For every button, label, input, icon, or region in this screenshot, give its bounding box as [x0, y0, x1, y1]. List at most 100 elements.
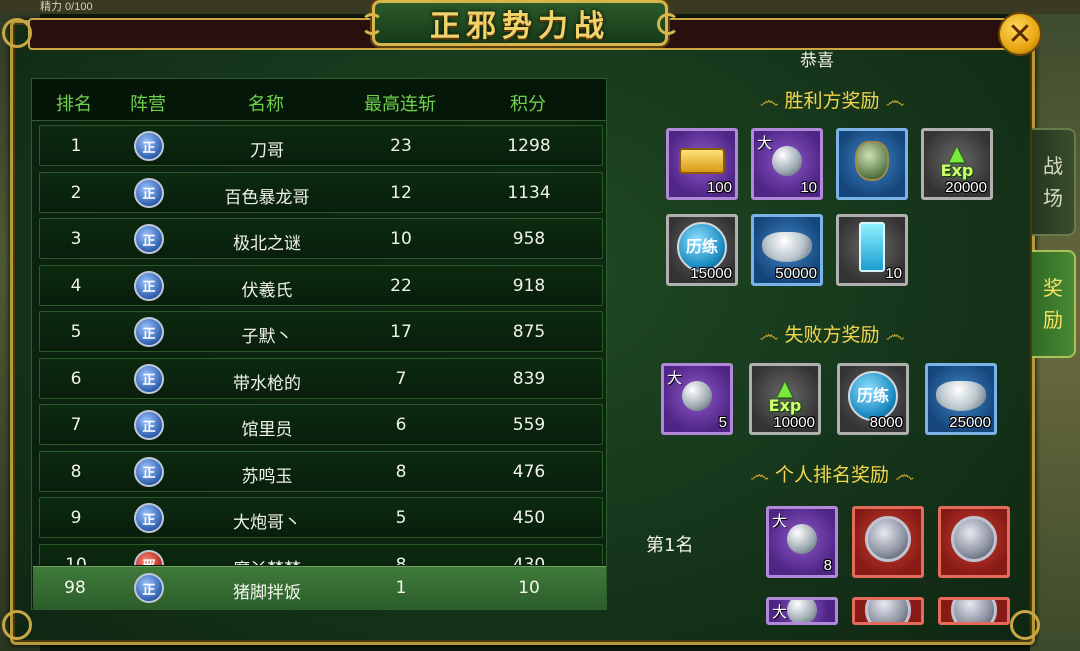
streak-cell: 17	[390, 322, 412, 342]
score-cell: 958	[512, 229, 546, 249]
reward-item[interactable]: 历练 15000	[666, 214, 738, 286]
reward-item[interactable]: 大	[766, 597, 838, 625]
medal-icon	[865, 516, 911, 563]
corner-ornament	[1010, 610, 1040, 640]
rank-cell: 7	[70, 415, 82, 435]
tab-battlefield[interactable]: 战场	[1032, 128, 1076, 236]
streak-cell: 22	[390, 275, 412, 296]
streak-cell: 6	[395, 415, 407, 435]
reward-item[interactable]: ▲ Exp 20000	[921, 128, 993, 200]
table-row[interactable]: 9 正 大炮哥丶 5 450	[39, 497, 603, 538]
reward-item[interactable]	[852, 597, 924, 625]
big-tag: 大	[772, 603, 788, 621]
big-tag: 大	[757, 134, 773, 152]
score-cell: 430	[512, 554, 546, 566]
score-cell: 476	[512, 461, 546, 482]
rank-cell: 1	[70, 136, 82, 156]
personal-reward-label: 个人排名奖励	[774, 464, 890, 486]
swirl-left-icon: ෴	[759, 321, 779, 346]
camp-icon: 正	[134, 177, 164, 208]
swirl-right-icon: ෴	[895, 461, 914, 486]
item-quantity: 15000	[690, 265, 732, 282]
reward-item[interactable]: 历练 8000	[837, 363, 909, 435]
silver-ingot-icon	[936, 381, 986, 412]
header-streak: 最高连斩	[364, 94, 436, 115]
close-button[interactable]: ✕	[998, 12, 1042, 56]
header-name: 名称	[248, 94, 284, 115]
table-row[interactable]: 1 正 刀哥 23 1298	[39, 125, 603, 166]
exp-icon: ▲ Exp	[940, 141, 974, 181]
camp-icon: 正	[134, 410, 164, 440]
tab-rewards[interactable]: 奖励	[1032, 250, 1076, 358]
item-quantity: 100	[706, 179, 732, 196]
table-row[interactable]: 7 正 馆里员 6 559	[39, 404, 603, 445]
table-row[interactable]: 5 正 子默丶 17 875	[39, 311, 603, 352]
ornament-left	[361, 13, 383, 35]
streak-cell: 7	[395, 368, 407, 389]
reward-item[interactable]: 50000	[751, 214, 823, 286]
item-quantity: 5	[718, 414, 727, 431]
rank-cell: 2	[70, 182, 82, 203]
reward-item[interactable]	[852, 506, 924, 578]
corner-ornament	[2, 610, 32, 640]
table-row[interactable]: 6 正 带水枪的 7 839	[39, 357, 603, 399]
tab-rewards-label: 奖励	[1043, 276, 1063, 332]
rank-cell: 8	[70, 461, 82, 482]
table-row[interactable]: 2 正 百色暴龙哥 12 1134	[39, 171, 603, 213]
big-tag: 大	[667, 369, 683, 387]
reward-item[interactable]: 大8	[766, 506, 838, 578]
reward-item[interactable]	[938, 506, 1010, 578]
score-cell: 1134	[507, 182, 551, 203]
score-cell: 450	[512, 508, 546, 528]
header-camp: 阵营	[130, 94, 166, 115]
score-cell: 918	[512, 275, 546, 296]
pearl-big-icon	[682, 381, 712, 412]
corner-ornament	[2, 18, 32, 48]
ranking-rows[interactable]: 1 正刀哥 23 1298 2 正百色暴龙哥 12 1134 3 正极北之谜 10 958 4 正伏羲氏 2…	[39, 125, 604, 565]
name-cell: 极北之谜	[233, 234, 301, 254]
loser-reward-title: ෴ 失败方奖励 ෴	[760, 320, 905, 347]
rank-cell: 4	[70, 275, 82, 296]
swirl-left-icon: ෴	[759, 87, 779, 112]
score-cell: 1298	[507, 136, 551, 156]
camp-icon: 正	[134, 270, 164, 301]
table-row[interactable]: 10 邪 魔丫梦梦 8 430	[39, 543, 603, 566]
item-quantity: 10000	[773, 414, 815, 431]
my-rank-row[interactable]: 98 正 猪脚拌饭 1 10	[33, 566, 606, 609]
streak-cell: 8	[395, 461, 407, 482]
reward-item[interactable]: ▲ Exp 10000	[749, 363, 821, 435]
swirl-left-icon: ෴	[750, 461, 769, 486]
energy-stat: 精力 0/100	[40, 1, 93, 13]
rank-cell: 5	[70, 322, 82, 342]
close-icon: ✕	[1007, 16, 1033, 52]
name-cell: 子默丶	[241, 327, 293, 347]
reward-item[interactable]	[938, 597, 1010, 625]
swirl-right-icon: ෴	[885, 87, 905, 112]
my-name: 猪脚拌饭	[233, 583, 301, 603]
title-plate: 正邪势力战	[361, 0, 679, 46]
camp-icon: 正	[134, 573, 164, 603]
item-quantity: 25000	[949, 414, 991, 431]
camp-icon: 正	[134, 224, 164, 254]
item-quantity: 50000	[775, 265, 817, 282]
reward-item[interactable]	[836, 128, 908, 200]
score-cell: 875	[512, 322, 546, 342]
item-quantity: 10	[885, 265, 902, 282]
reward-item[interactable]: 25000	[925, 363, 997, 435]
streak-cell: 12	[390, 182, 412, 203]
table-row[interactable]: 4 正 伏羲氏 22 918	[39, 264, 603, 306]
reward-item[interactable]: 100	[666, 128, 738, 200]
table-row[interactable]: 8 正 苏鸣玉 8 476	[39, 450, 603, 492]
camp-icon: 邪	[134, 549, 164, 565]
score-cell: 559	[512, 415, 546, 435]
name-cell: 刀哥	[250, 141, 284, 161]
reward-item[interactable]: 大5	[661, 363, 733, 435]
reward-item[interactable]: 大 10	[751, 128, 823, 200]
personal-reward-title: ෴ 个人排名奖励 ෴	[750, 460, 914, 487]
reward-item[interactable]: 10	[836, 214, 908, 286]
camp-icon: 正	[134, 456, 164, 487]
jar-icon	[855, 141, 889, 182]
name-cell: 馆里员	[241, 420, 293, 440]
table-header: 排名 阵营 名称 最高连斩 积分	[32, 79, 606, 121]
table-row[interactable]: 3 正 极北之谜 10 958	[39, 218, 603, 259]
